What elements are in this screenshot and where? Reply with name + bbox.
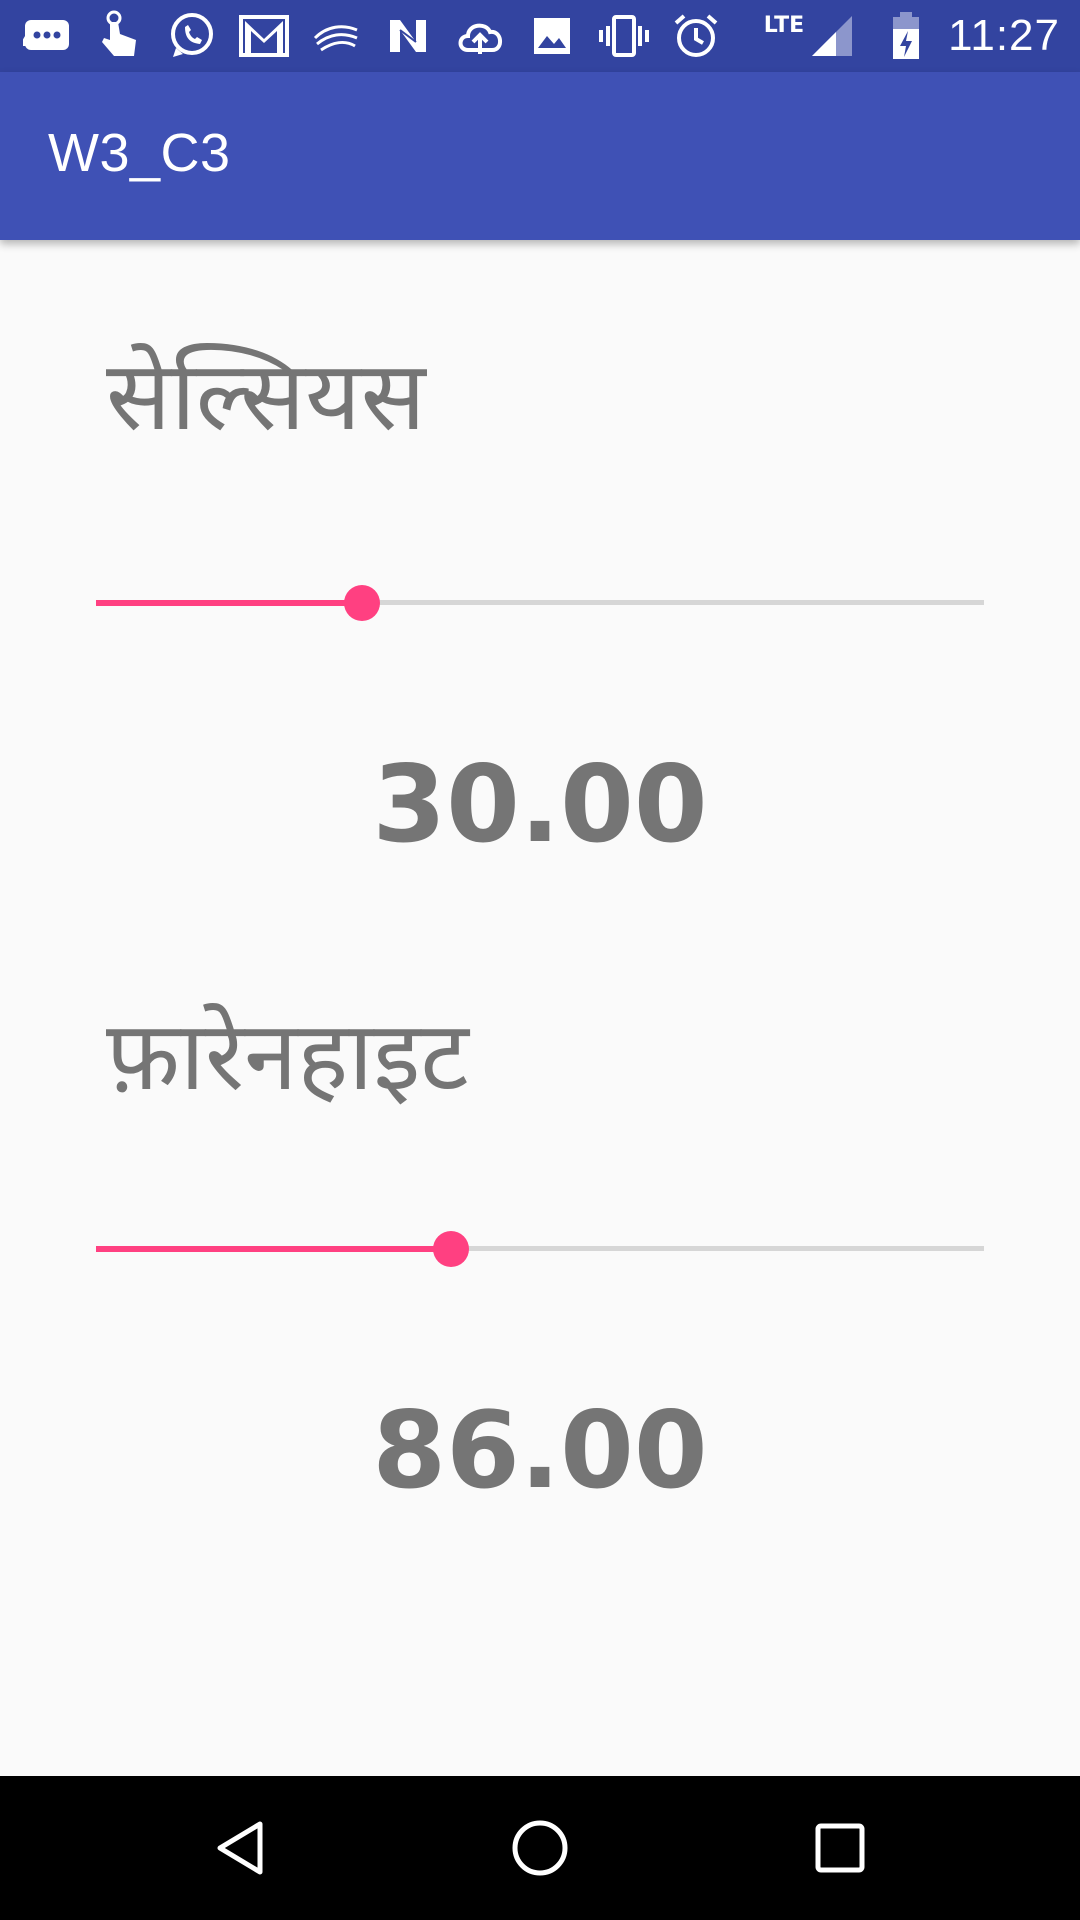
gmail-icon <box>238 10 290 62</box>
image-icon <box>526 10 578 62</box>
vibrate-icon <box>598 10 650 62</box>
n-icon <box>382 10 434 62</box>
fahrenheit-label: फ़ारेनहाइट <box>106 1000 469 1112</box>
clock: 11:27 <box>948 11 1060 60</box>
whatsapp-icon <box>166 10 218 62</box>
app-title: W3_C3 <box>48 123 231 183</box>
main-content: सेल्सियस 30.00 फ़ारेनहाइट 86.00 <box>0 240 1080 1776</box>
celsius-slider-fill <box>96 600 363 606</box>
signal-icon <box>806 10 858 62</box>
status-bar: LTE 11:27 <box>0 0 1080 72</box>
fahrenheit-value: 86.00 <box>372 1389 708 1512</box>
back-icon[interactable] <box>204 1812 276 1884</box>
celsius-value: 30.00 <box>372 743 708 866</box>
fahrenheit-slider-fill <box>96 1246 452 1252</box>
fahrenheit-slider[interactable] <box>96 1225 984 1273</box>
alarm-icon <box>670 10 722 62</box>
celsius-label: सेल्सियस <box>106 340 426 452</box>
messaging-icon <box>22 10 74 62</box>
cloud-upload-icon <box>454 10 506 62</box>
lte-label: LTE <box>763 12 805 38</box>
battery-icon <box>880 10 932 62</box>
notification-icons <box>22 10 742 62</box>
navigation-bar <box>0 1776 1080 1920</box>
home-icon[interactable] <box>504 1812 576 1884</box>
celsius-slider[interactable] <box>96 579 984 627</box>
app-bar: W3_C3 <box>0 72 1080 240</box>
fahrenheit-slider-thumb[interactable] <box>433 1231 470 1267</box>
celsius-slider-thumb[interactable] <box>344 585 381 621</box>
swiftkey-icon <box>310 10 362 62</box>
recents-icon[interactable] <box>804 1812 876 1884</box>
system-status: LTE 11:27 <box>764 10 1060 62</box>
touch-icon <box>94 10 146 62</box>
